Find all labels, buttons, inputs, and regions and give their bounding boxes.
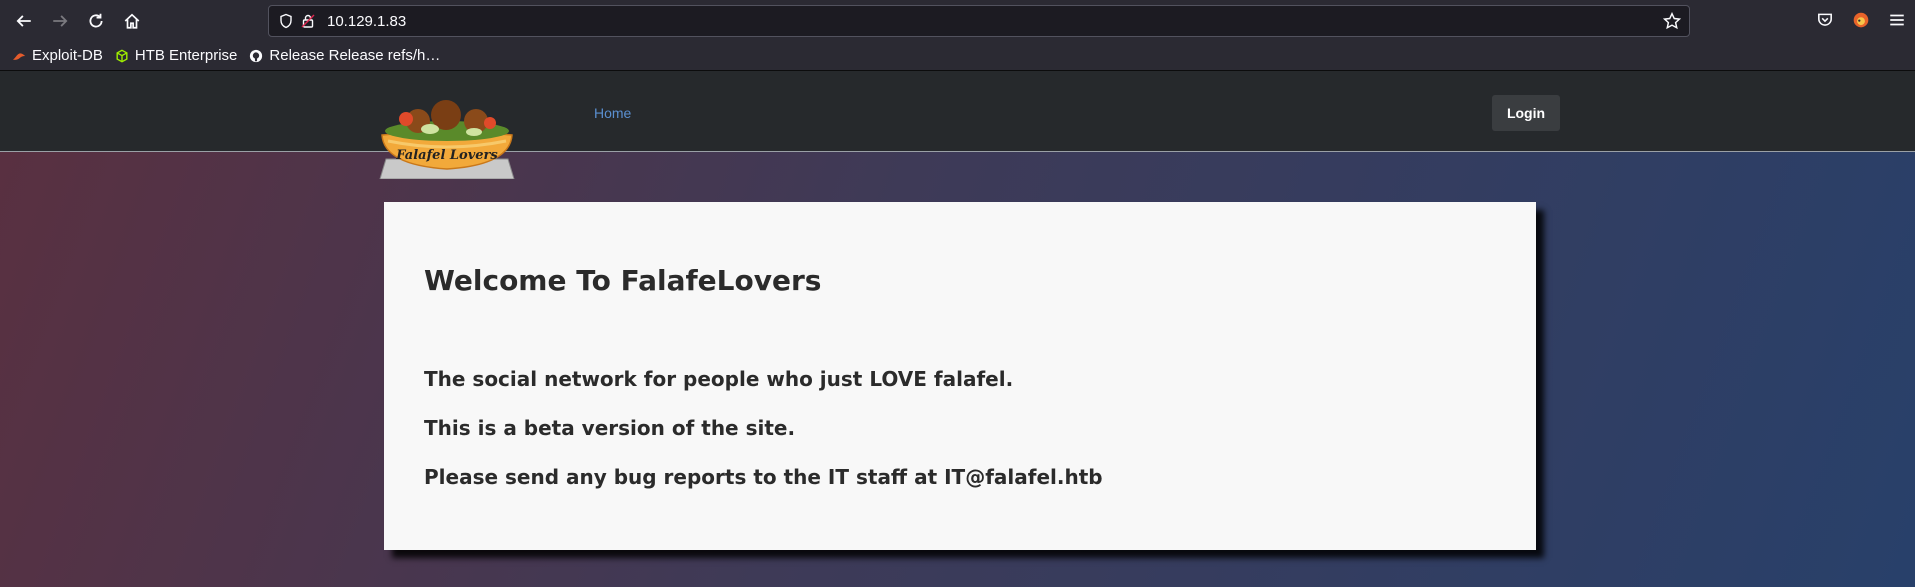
reload-icon bbox=[89, 13, 103, 27]
site-navbar: Home Login bbox=[0, 71, 1915, 152]
bookmark-label: Release Release refs/h… bbox=[269, 47, 441, 64]
beta-notice-text: This is a beta version of the site. bbox=[424, 416, 796, 440]
address-bar[interactable]: 10.129.1.83 bbox=[268, 5, 1690, 37]
github-icon bbox=[250, 49, 263, 62]
bug-report-text: Please send any bug reports to the IT st… bbox=[424, 465, 1103, 489]
logo-text: Falafel Lovers bbox=[395, 148, 498, 163]
bookmark-label: Exploit-DB bbox=[32, 47, 103, 64]
forward-arrow-icon bbox=[53, 14, 68, 27]
back-arrow-icon bbox=[16, 14, 31, 27]
extension-button[interactable] bbox=[1843, 4, 1879, 36]
shield-icon[interactable] bbox=[275, 6, 297, 36]
pocket-icon bbox=[1818, 13, 1832, 26]
page-viewport: Home Login Falafel Lovers Welcome To Fal… bbox=[0, 71, 1915, 587]
home-button[interactable] bbox=[114, 5, 150, 37]
welcome-title: Welcome To FalafeLovers bbox=[424, 264, 822, 297]
bookmark-release[interactable]: Release Release refs/h… bbox=[249, 47, 440, 64]
bookmarks-toolbar: Exploit-DB HTB Enterprise Release Releas… bbox=[0, 41, 1915, 71]
firefox-extension-icon bbox=[1853, 12, 1869, 28]
bookmark-exploit-db[interactable]: Exploit-DB bbox=[12, 47, 103, 64]
forward-button[interactable] bbox=[42, 5, 78, 37]
browser-toolbar: 10.129.1.83 bbox=[0, 0, 1915, 41]
bookmark-htb-enterprise[interactable]: HTB Enterprise bbox=[115, 47, 238, 64]
hamburger-menu-icon bbox=[1890, 14, 1904, 26]
htb-cube-icon bbox=[116, 49, 128, 62]
reload-button[interactable] bbox=[78, 5, 114, 37]
pocket-button[interactable] bbox=[1807, 4, 1843, 36]
insecure-lock-icon[interactable] bbox=[297, 6, 319, 36]
url-text[interactable]: 10.129.1.83 bbox=[327, 13, 406, 30]
bookmark-star-icon[interactable] bbox=[1662, 11, 1682, 34]
bookmark-label: HTB Enterprise bbox=[134, 47, 238, 64]
tagline-text: The social network for people who just L… bbox=[424, 367, 1014, 391]
falafel-lovers-logo[interactable]: Falafel Lovers bbox=[378, 99, 516, 179]
welcome-card: Welcome To FalafeLovers The social netwo… bbox=[384, 202, 1536, 550]
nav-home-link[interactable]: Home bbox=[594, 105, 631, 121]
home-icon bbox=[124, 13, 140, 29]
back-button[interactable] bbox=[6, 5, 42, 37]
menu-button[interactable] bbox=[1879, 4, 1915, 36]
exploit-db-icon bbox=[12, 52, 26, 60]
login-button[interactable]: Login bbox=[1492, 95, 1560, 131]
